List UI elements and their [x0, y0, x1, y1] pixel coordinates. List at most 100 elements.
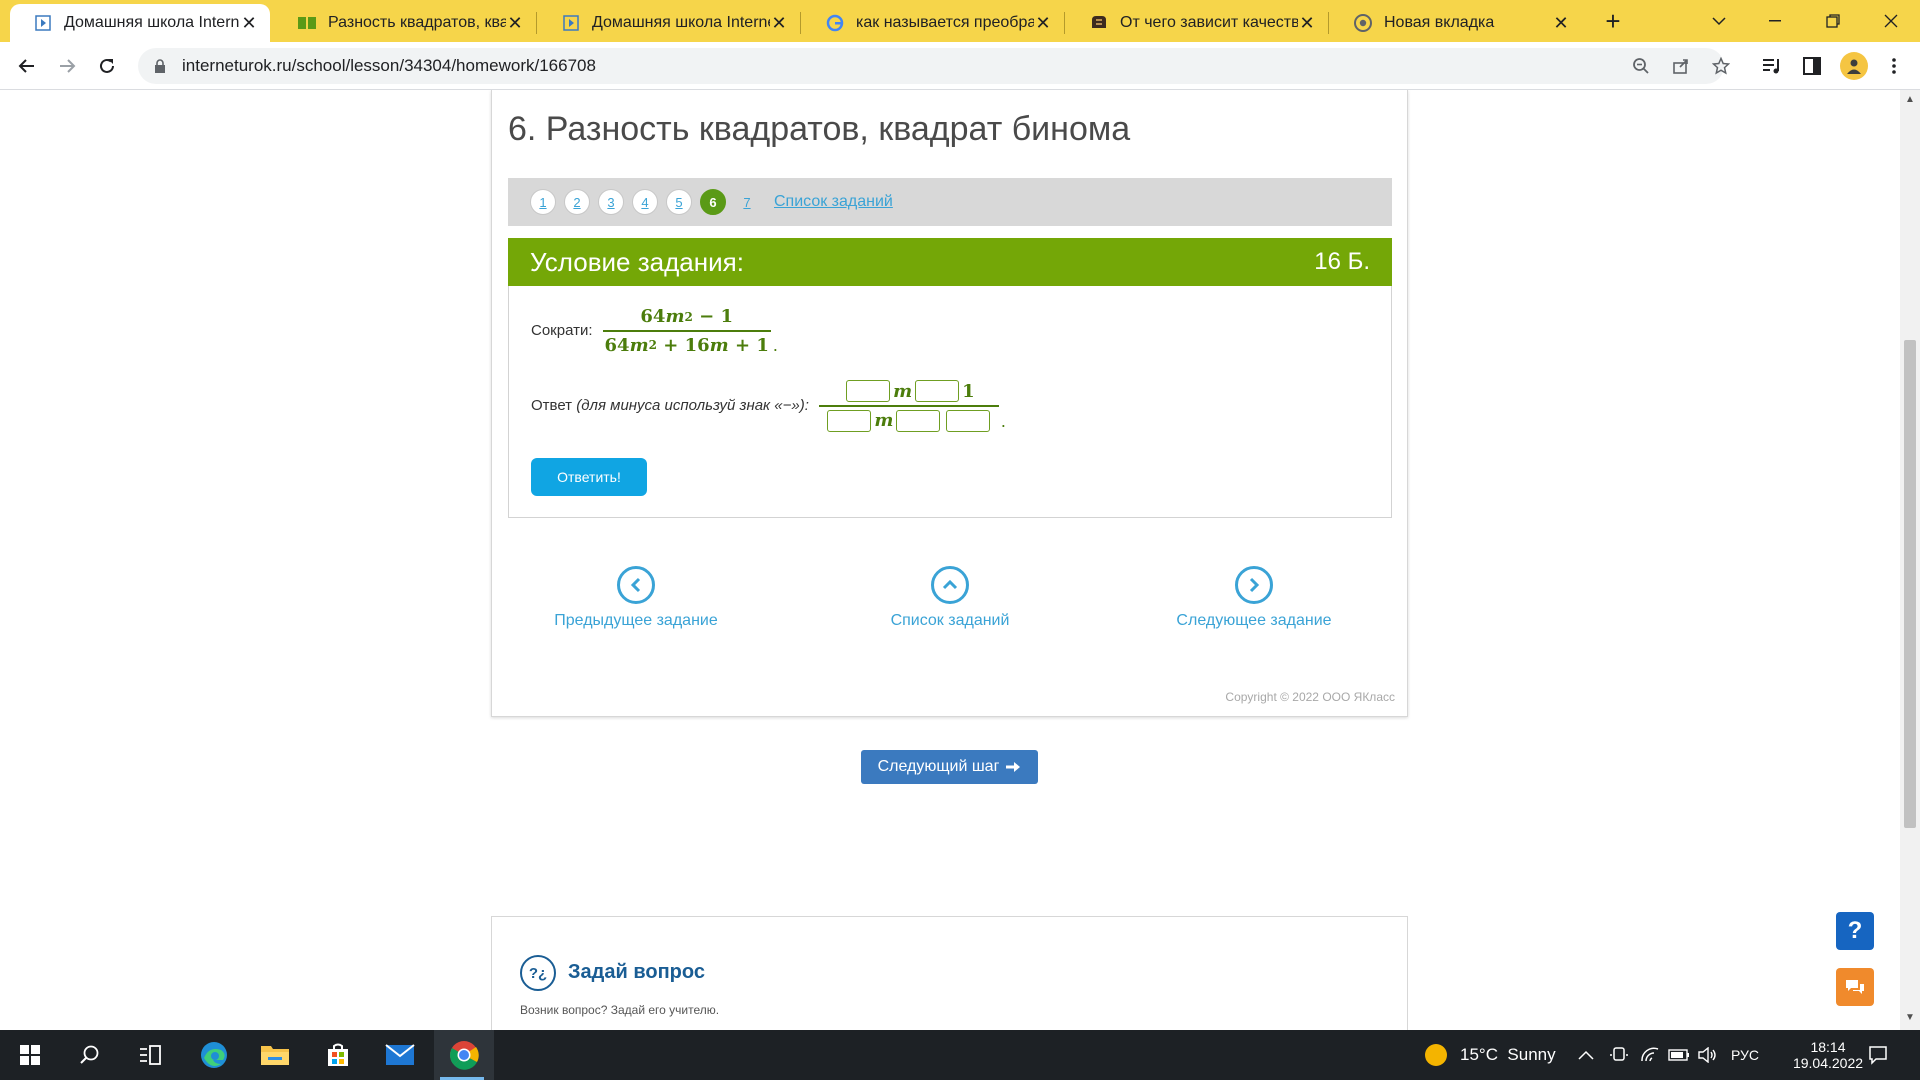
- scrollbar-thumb[interactable]: [1904, 340, 1916, 828]
- wifi-icon[interactable]: [1640, 1030, 1660, 1080]
- browser-tab[interactable]: Домашняя школа Internet ✕: [538, 4, 800, 42]
- browser-tab[interactable]: как называется преобразо ✕: [802, 4, 1064, 42]
- chevron-left-icon[interactable]: [617, 566, 655, 604]
- more-menu-icon[interactable]: [1882, 54, 1906, 78]
- chevron-right-icon[interactable]: [1235, 566, 1273, 604]
- scroll-down-arrow-icon[interactable]: ▼: [1905, 1012, 1915, 1023]
- close-tab-icon[interactable]: ✕: [506, 14, 524, 32]
- chrome-icon: [1354, 14, 1372, 32]
- exponent: 2: [684, 309, 693, 324]
- meet-now-icon[interactable]: [1610, 1030, 1628, 1080]
- next-task-link[interactable]: Следующее задание: [1154, 566, 1354, 630]
- answer-input[interactable]: [915, 380, 960, 402]
- task-number-link[interactable]: 4: [632, 189, 658, 215]
- lock-icon[interactable]: [152, 58, 168, 74]
- address-bar[interactable]: interneturok.ru/school/lesson/34304/home…: [138, 48, 1724, 84]
- browser-tab[interactable]: Разность квадратов, квадр ✕: [274, 4, 536, 42]
- task-list-nav-link[interactable]: Список заданий: [850, 566, 1050, 630]
- chevron-up-icon[interactable]: [931, 566, 969, 604]
- browser-tab[interactable]: Домашняя школа Internet ✕: [10, 4, 270, 42]
- close-tab-icon[interactable]: ✕: [770, 14, 788, 32]
- play-square-icon: [34, 14, 52, 32]
- task-number-link[interactable]: 1: [530, 189, 556, 215]
- browser-tab[interactable]: Новая вкладка ✕: [1330, 4, 1582, 42]
- ask-subtitle: Возник вопрос? Задай его учителю.: [520, 1003, 720, 1017]
- task-list-label[interactable]: Список заданий: [891, 612, 1010, 630]
- close-tab-icon[interactable]: ✕: [1298, 14, 1316, 32]
- widgets-icon[interactable]: [122, 1030, 178, 1080]
- var: m: [893, 380, 913, 402]
- share-icon[interactable]: [1671, 56, 1691, 76]
- tab-title: Домашняя школа Internet: [592, 14, 770, 31]
- chrome-taskbar-icon[interactable]: [434, 1030, 494, 1080]
- browser-tab[interactable]: От чего зависит качество ✕: [1066, 4, 1328, 42]
- next-task-label[interactable]: Следующее задание: [1176, 612, 1331, 630]
- answer-row: Ответ (для минуса используй знак «−»): m…: [531, 380, 1006, 432]
- close-tab-icon[interactable]: ✕: [240, 14, 258, 32]
- mail-icon[interactable]: [372, 1030, 428, 1080]
- forward-arrow-icon[interactable]: [51, 50, 83, 82]
- browser-toolbar: interneturok.ru/school/lesson/34304/home…: [0, 42, 1920, 90]
- term: − 1: [699, 306, 733, 327]
- close-tab-icon[interactable]: ✕: [1552, 14, 1570, 32]
- answer-input[interactable]: [827, 409, 872, 432]
- help-question-icon[interactable]: ?: [1836, 912, 1874, 950]
- sun-icon: [1424, 1043, 1448, 1067]
- battery-icon[interactable]: [1668, 1030, 1690, 1080]
- tab-separator: [1064, 12, 1065, 34]
- input-language[interactable]: РУС: [1731, 1030, 1759, 1080]
- profile-avatar-icon[interactable]: [1840, 52, 1868, 80]
- answer-input[interactable]: [846, 380, 891, 402]
- fraction-denominator: 64 m 2 + 16 m + 1: [603, 335, 771, 356]
- minimize-icon[interactable]: [1746, 0, 1804, 42]
- windows-taskbar: 15°C Sunny РУС 18:14 19.04.2022: [0, 1030, 1920, 1080]
- submit-answer-button[interactable]: Ответить!: [531, 458, 647, 496]
- prompt-label: Сократи:: [531, 322, 593, 340]
- tab-search-chevron-icon[interactable]: [1690, 0, 1748, 42]
- close-tab-icon[interactable]: ✕: [1034, 14, 1052, 32]
- chevron-up-icon[interactable]: [1578, 1030, 1594, 1080]
- task-number-link[interactable]: 5: [666, 189, 692, 215]
- task-list-link[interactable]: Список заданий: [774, 193, 893, 211]
- answer-input[interactable]: [896, 409, 941, 432]
- browser-tab-bar: Домашняя школа Internet ✕ Разность квадр…: [0, 0, 1920, 42]
- search-icon[interactable]: [62, 1030, 118, 1080]
- next-step-label: Следующий шаг: [877, 758, 1000, 775]
- ask-title[interactable]: Задай вопрос: [568, 961, 705, 984]
- tab-title: От чего зависит качество: [1120, 14, 1298, 31]
- answer-input[interactable]: [946, 409, 991, 432]
- task-pagination: 1 2 3 4 5 6 7 Список заданий: [508, 178, 1392, 226]
- microsoft-store-icon[interactable]: [310, 1030, 366, 1080]
- page-scrollbar[interactable]: ▲ ▼: [1900, 90, 1920, 1030]
- close-window-icon[interactable]: [1862, 0, 1920, 42]
- notification-icon[interactable]: [1868, 1030, 1888, 1080]
- task-number-link[interactable]: 7: [734, 189, 760, 215]
- page-viewport: 6. Разность квадратов, квадрат бинома 1 …: [0, 90, 1900, 1030]
- back-arrow-icon[interactable]: [11, 50, 43, 82]
- task-number-link[interactable]: 3: [598, 189, 624, 215]
- prev-task-link[interactable]: Предыдущее задание: [536, 566, 736, 630]
- next-step-button[interactable]: Следующий шаг: [861, 750, 1038, 784]
- weather-widget[interactable]: 15°C Sunny: [1424, 1030, 1556, 1080]
- windows-start-icon[interactable]: [2, 1030, 58, 1080]
- media-queue-icon[interactable]: [1760, 54, 1784, 78]
- reload-icon[interactable]: [91, 50, 123, 82]
- file-explorer-icon[interactable]: [247, 1030, 303, 1080]
- scroll-up-arrow-icon[interactable]: ▲: [1905, 94, 1915, 105]
- side-panel-icon[interactable]: [1800, 54, 1824, 78]
- google-icon: [826, 14, 844, 32]
- restore-icon[interactable]: [1804, 0, 1862, 42]
- prev-task-label[interactable]: Предыдущее задание: [554, 612, 717, 630]
- zoom-icon[interactable]: [1631, 56, 1651, 76]
- current-task-number[interactable]: 6: [700, 189, 726, 215]
- task-number-link[interactable]: 2: [564, 189, 590, 215]
- new-tab-plus-icon[interactable]: +: [1583, 0, 1643, 42]
- chat-icon[interactable]: [1836, 968, 1874, 1006]
- lesson-card: 6. Разность квадратов, квадрат бинома 1 …: [491, 90, 1408, 717]
- page-title: 6. Разность квадратов, квадрат бинома: [508, 110, 1131, 148]
- bookmark-star-icon[interactable]: [1711, 56, 1731, 76]
- tab-title: Новая вкладка: [1384, 14, 1495, 31]
- volume-icon[interactable]: [1698, 1030, 1718, 1080]
- clock[interactable]: 18:14 19.04.2022: [1784, 1030, 1872, 1080]
- edge-browser-icon[interactable]: [186, 1030, 242, 1080]
